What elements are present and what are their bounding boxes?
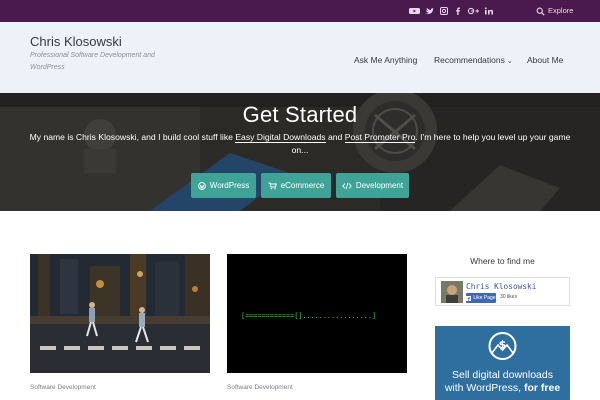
link-post-promoter-pro[interactable]: Post Promoter Pro <box>344 132 416 143</box>
hero-description: My name is Chris Klosowski, and I build … <box>25 131 575 157</box>
hero-text-intro: My name is Chris Klosowski, and I build … <box>29 132 236 142</box>
svg-text:$: $ <box>499 338 507 351</box>
like-page-label: Like Page <box>473 295 496 301</box>
ad-line-2-bold: for free <box>523 382 561 394</box>
avatar <box>441 281 463 303</box>
site-title[interactable]: Chris Klosowski <box>30 34 122 49</box>
facebook-page-widget[interactable]: Chris Klosowski Like Page 30 likes <box>435 277 570 306</box>
nav-item-ask-me-anything[interactable]: Ask Me Anything <box>354 55 417 65</box>
nav-label: About Me <box>527 55 564 65</box>
dollar-icon: $ <box>488 332 517 360</box>
site-header: Chris Klosowski Professional Software De… <box>0 22 600 93</box>
search-icon <box>536 7 545 16</box>
post-thumbnail-street[interactable] <box>30 254 210 373</box>
post-category[interactable]: Software Development <box>227 384 293 391</box>
explore-button[interactable]: Explore <box>536 5 573 17</box>
wordpress-button-label: WordPress <box>209 181 250 190</box>
post-thumbnail-terminal[interactable]: [============[].................] <box>227 254 407 373</box>
wordpress-button[interactable]: WordPress <box>191 173 256 198</box>
google-plus-icon[interactable] <box>467 5 480 17</box>
street-crossing-photo <box>30 254 210 373</box>
shopping-cart-icon <box>268 182 277 189</box>
edd-advertisement[interactable]: $ Sell digital downloads with WordPress,… <box>435 326 570 400</box>
widget-title: Where to find me <box>470 256 535 266</box>
instagram-icon[interactable] <box>439 5 449 17</box>
nav-item-recommendations[interactable]: Recommendations ⌄ <box>434 55 513 65</box>
facebook-icon[interactable] <box>454 5 462 17</box>
hero-title: Get Started <box>242 102 358 127</box>
nav-item-about-me[interactable]: About Me <box>527 55 563 65</box>
top-bar: Explore <box>0 0 600 22</box>
hero-banner: Get Started My name is Chris Klosowski, … <box>0 93 600 211</box>
ad-line-2: with WordPress, <box>444 382 524 394</box>
chevron-down-icon: ⌄ <box>506 58 513 65</box>
terminal-progress-text: [============[].................] <box>241 312 377 320</box>
ecommerce-button-label: eCommerce <box>280 181 325 190</box>
ecommerce-button[interactable]: eCommerce <box>261 173 331 198</box>
linkedin-icon[interactable] <box>484 5 495 17</box>
code-icon <box>342 182 352 189</box>
nav-label: Recommendations <box>434 55 505 65</box>
link-easy-digital-downloads[interactable]: Easy Digital Downloads <box>235 132 326 143</box>
nav-label: Ask Me Anything <box>354 55 418 65</box>
development-button[interactable]: Development <box>336 173 409 198</box>
post-category[interactable]: Software Development <box>30 384 96 391</box>
ad-headline: Sell digital downloads with WordPress, f… <box>435 369 570 395</box>
wordpress-icon <box>197 181 206 190</box>
site-tagline: Professional Software Development and Wo… <box>30 52 155 71</box>
development-button-label: Development <box>355 181 404 190</box>
facebook-icon <box>466 295 472 301</box>
like-page-button[interactable]: Like Page <box>466 293 496 303</box>
youtube-icon[interactable] <box>409 5 420 17</box>
twitter-icon[interactable] <box>424 5 434 17</box>
like-count: 30 likes <box>500 294 517 300</box>
hero-text-and: and <box>325 132 345 142</box>
ad-line-1: Sell digital downloads <box>452 369 553 381</box>
explore-label: Explore <box>548 6 574 15</box>
facebook-page-name[interactable]: Chris Klosowski <box>466 282 536 291</box>
